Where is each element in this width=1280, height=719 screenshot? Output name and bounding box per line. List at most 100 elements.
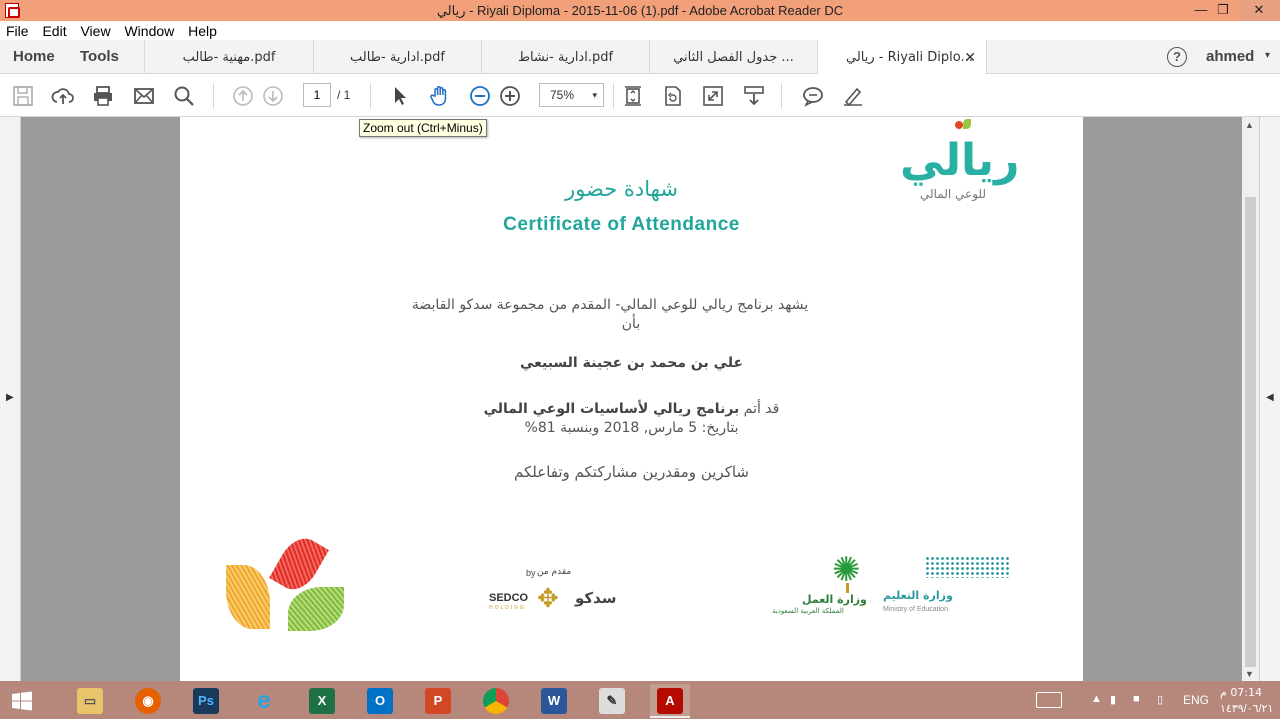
help-icon[interactable]: ? — [1167, 47, 1187, 67]
chevron-down-icon[interactable]: ▾ — [1265, 50, 1270, 61]
photoshop-icon[interactable]: Ps — [186, 684, 226, 718]
search-icon[interactable] — [172, 84, 196, 108]
network-icon[interactable]: ▮ — [1110, 693, 1116, 706]
page-number-input[interactable]: 1 — [303, 83, 331, 107]
tab-label: مهنية -طالب.pdf — [182, 50, 276, 65]
tab-document[interactable]: ادارية -نشاط.pdf — [481, 40, 649, 74]
upload-icon[interactable] — [51, 84, 75, 108]
ministry-labor-sub: المملكة العربية السعودية — [772, 607, 844, 615]
scroll-down-icon[interactable]: ▼ — [1245, 669, 1254, 679]
menu-bar: File Edit View Window Help — [0, 21, 1280, 41]
title-bar: ريالي - Riyali Diploma - 2015-11-06 (1).… — [0, 0, 1280, 21]
email-icon[interactable] — [132, 84, 156, 108]
ministry-edu-en: Ministry of Education — [883, 606, 948, 613]
toolbar: 1 / 1 75% ▾ — [0, 75, 1280, 117]
excel-icon[interactable]: X — [302, 684, 342, 718]
clock-date[interactable]: ١٤٣٩/٠٦/٢١ — [1220, 702, 1273, 715]
acrobat-taskbar-icon[interactable]: A — [650, 684, 690, 718]
user-name[interactable]: ahmed — [1206, 48, 1254, 65]
program-name: برنامج ريالي لأساسيات الوعي المالي — [483, 401, 740, 417]
palm-tree-icon: ✺ — [832, 551, 861, 589]
sedco-emblem-icon: ✥ — [537, 583, 559, 613]
recipient-name: علي بن محمد بن عجينة السبيعي — [519, 355, 744, 371]
expand-right-panel-icon[interactable]: ◀ — [1266, 392, 1274, 403]
certificate-title-ar: شهادة حضور — [565, 177, 678, 201]
print-icon[interactable] — [91, 84, 115, 108]
highlight-pen-icon[interactable] — [841, 84, 865, 108]
nav-tools[interactable]: Tools — [80, 48, 119, 65]
tray-overflow-icon[interactable]: ▲ — [1091, 693, 1102, 705]
page-total: / 1 — [337, 88, 351, 102]
menu-help[interactable]: Help — [188, 21, 217, 41]
menu-window[interactable]: Window — [124, 21, 174, 41]
expand-left-panel-icon[interactable]: ▶ — [6, 392, 14, 403]
scroll-up-icon[interactable]: ▲ — [1245, 120, 1254, 130]
chrome-icon[interactable] — [476, 684, 516, 718]
start-button[interactable] — [2, 684, 42, 718]
file-explorer-icon[interactable]: ▭ — [70, 684, 110, 718]
completion-prefix: قد أتم — [743, 401, 780, 417]
internet-explorer-icon[interactable]: e — [244, 684, 284, 718]
zoom-out-icon[interactable] — [468, 84, 492, 108]
rotate-page-icon[interactable] — [661, 84, 685, 108]
tab-label: ادارية -نشاط.pdf — [517, 50, 614, 65]
pdf-page: ريالي للوعي المالي شهادة حضور Certificat… — [180, 117, 1083, 681]
certificate-title-en: Certificate of Attendance — [503, 214, 740, 235]
zoom-select[interactable]: 75% ▾ — [539, 83, 604, 107]
education-dots-icon — [925, 556, 1011, 578]
tab-document[interactable]: مهنية -طالب.pdf — [144, 40, 313, 74]
save-icon[interactable] — [11, 84, 35, 108]
notification-icon[interactable]: ■ — [1133, 693, 1140, 705]
close-window-button[interactable]: ✕ — [1238, 0, 1280, 21]
scroll-mode-icon[interactable] — [742, 84, 766, 108]
firefox-icon[interactable]: ◉ — [128, 684, 168, 718]
hand-tool-icon[interactable] — [428, 84, 452, 108]
toolbar-divider — [370, 83, 371, 109]
tab-document[interactable]: جدول الفصل الثاني ... — [649, 40, 817, 74]
zoom-value: 75% — [550, 88, 575, 102]
powerpoint-icon[interactable]: P — [418, 684, 458, 718]
sponsor-name: SEDCO — [489, 592, 529, 604]
certificate-line2: بأن — [621, 316, 641, 332]
date-line: بتاريخ: 5 مارس, 2018 وبنسبة 81% — [524, 420, 739, 436]
toolbar-divider — [781, 83, 782, 109]
tab-document[interactable]: ادارية -طالب.pdf — [313, 40, 481, 74]
keyboard-icon[interactable] — [1036, 692, 1062, 708]
tab-document-active[interactable]: ريالي - Riyali Diplo... ✕ — [817, 40, 987, 75]
full-screen-icon[interactable] — [701, 84, 725, 108]
certificate-line1: يشهد برنامج ريالي للوعي المالي- المقدم م… — [411, 297, 809, 313]
leaf-green — [288, 587, 344, 631]
tab-bar: Home Tools مهنية -طالب.pdf ادارية -طالب.… — [0, 40, 1280, 75]
comment-icon[interactable] — [801, 84, 825, 108]
word-icon[interactable]: W — [534, 684, 574, 718]
zoom-in-icon[interactable] — [498, 84, 522, 108]
menu-view[interactable]: View — [80, 21, 110, 41]
fit-page-icon[interactable] — [621, 84, 645, 108]
close-tab-icon[interactable]: ✕ — [964, 40, 976, 74]
power-icon[interactable]: ▯ — [1157, 693, 1163, 706]
chevron-down-icon: ▾ — [592, 90, 597, 100]
tab-label: ريالي - Riyali Diplo... — [846, 50, 973, 65]
menu-file[interactable]: File — [6, 21, 29, 41]
notepad-icon[interactable]: ✎ — [592, 684, 632, 718]
left-panel[interactable]: ▶ — [0, 117, 21, 681]
toolbar-divider — [213, 83, 214, 109]
previous-page-icon[interactable] — [231, 84, 255, 108]
next-page-icon[interactable] — [261, 84, 285, 108]
window-title: ريالي - Riyali Diploma - 2015-11-06 (1).… — [436, 3, 844, 18]
nav-home[interactable]: Home — [13, 48, 55, 65]
menu-edit[interactable]: Edit — [42, 21, 66, 41]
toolbar-divider — [613, 83, 614, 109]
select-cursor-icon[interactable] — [388, 84, 412, 108]
outlook-icon[interactable]: O — [360, 684, 400, 718]
completion-line: قد أتم برنامج ريالي لأساسيات الوعي المال… — [180, 401, 1083, 417]
clock-time[interactable]: 07:14 م — [1220, 686, 1262, 699]
right-panel[interactable]: ◀ — [1259, 117, 1280, 681]
sponsor-name-ar: سدكو — [575, 589, 617, 607]
vertical-scrollbar[interactable]: ▲ ▼ — [1242, 117, 1259, 681]
scrollbar-thumb[interactable] — [1245, 197, 1256, 667]
thanks-line: شاكرين ومقدرين مشاركتكم وتفاعلكم — [514, 463, 749, 481]
windows-taskbar: ▭ ◉ Ps e X O P W ✎ A ▲ ▮ ■ ▯ ENG 07:14 م… — [0, 681, 1280, 719]
restore-button[interactable]: ❐ — [1208, 0, 1238, 21]
language-indicator[interactable]: ENG — [1183, 693, 1209, 707]
